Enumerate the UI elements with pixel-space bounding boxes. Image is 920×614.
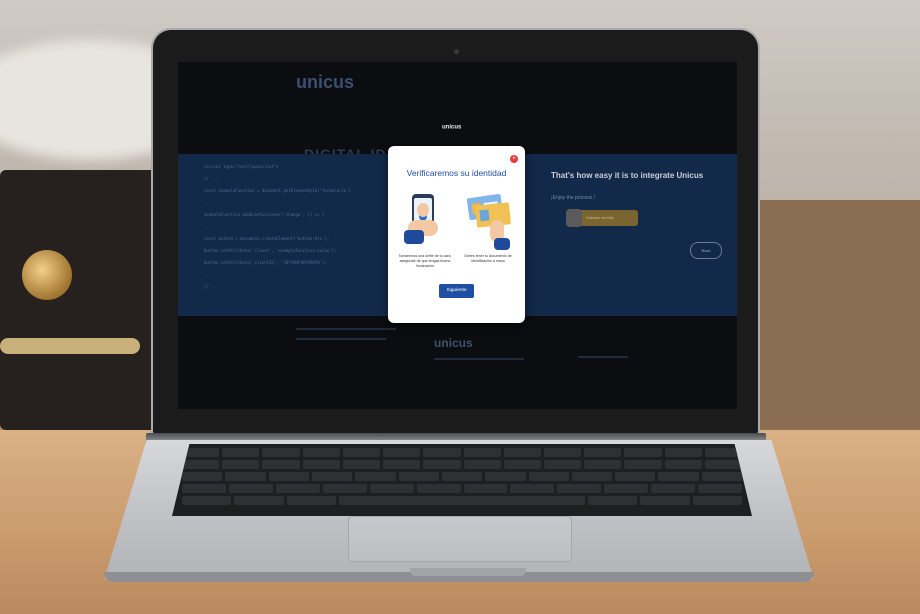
footer-divider: [296, 328, 396, 330]
webcam-icon: [454, 49, 459, 54]
footer-logo: unicus: [434, 336, 473, 350]
code-line: ...: [204, 272, 212, 277]
verify-identity-modal: × Verificaremos su identidad Tomaremos u…: [388, 146, 525, 323]
unicus-badge-icon: [566, 209, 582, 227]
code-line: button.setAttribute('clientId', 'JH7h9HF…: [204, 260, 327, 265]
back-button[interactable]: Back: [690, 242, 722, 259]
laptop-screen: unicus DIGITAL ID <script type="text/jav…: [178, 62, 737, 409]
close-icon[interactable]: ×: [510, 155, 518, 163]
footer-divider: [434, 358, 524, 360]
laptop-notch: [410, 568, 526, 576]
code-line: ...: [204, 200, 212, 205]
code-line: button.setAttribute('client', 'exampleFu…: [204, 248, 337, 253]
modal-title: Verificaremos su identidad: [406, 168, 507, 178]
sleeve-shape: [494, 238, 510, 250]
selfie-caption: Tomaremos una selfie de tu cara, asegúra…: [398, 254, 452, 268]
code-line: // ...: [204, 176, 219, 181]
trackpad: [348, 516, 572, 562]
next-button[interactable]: Siguiente: [439, 284, 474, 298]
background-knob: [22, 250, 72, 300]
keyboard: [172, 444, 752, 516]
footer-divider: [578, 356, 628, 358]
unicus-logo: unicus: [442, 122, 461, 133]
sleeve-shape: [404, 230, 424, 244]
code-line: exampleFunction.addEventListener('change…: [204, 212, 325, 217]
document-caption: Debes tener tu documento de identificaci…: [464, 254, 512, 263]
id-card-illustration: [462, 190, 512, 250]
code-line: // ...: [204, 284, 219, 289]
background-handle: [0, 338, 140, 354]
integration-subtitle: ¡Enjoy the process !: [551, 195, 596, 201]
code-line: const button = document.createElement('b…: [204, 236, 330, 241]
unicus-logo-text: unicus: [442, 124, 462, 131]
integration-title: That's how easy it is to integrate Unicu…: [551, 171, 704, 180]
code-line: const exampleFunction = document.getElem…: [204, 188, 351, 193]
code-line: <script type="text/javascript">: [204, 164, 279, 169]
selfie-illustration: [402, 190, 452, 250]
code-line: ...: [204, 224, 212, 229]
background-stove: [0, 170, 160, 430]
footer-divider: [296, 338, 386, 340]
selfie-face-icon: [417, 203, 429, 217]
background-logo: unicus: [296, 72, 355, 92]
